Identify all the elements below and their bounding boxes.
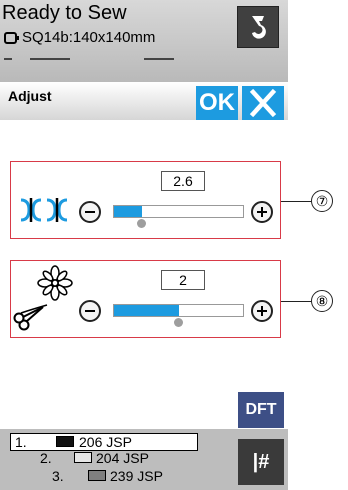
stitch-width-icon — [20, 198, 68, 222]
stitch-width-slider[interactable] — [113, 205, 244, 218]
hoop-icon — [4, 32, 19, 44]
stitch-width-value: 2.6 — [161, 171, 205, 191]
status-title: Ready to Sew — [2, 2, 127, 24]
back-button[interactable] — [237, 6, 279, 48]
dialog-title-bar: Adjust OK — [0, 82, 288, 120]
callout-line — [281, 301, 312, 302]
thread-color-swatch — [56, 436, 74, 447]
stitch-width-plus-button[interactable] — [251, 201, 273, 223]
cancel-button[interactable] — [242, 86, 284, 120]
thread-cut-panel: 2 — [10, 260, 281, 338]
thread-cut-slider-fill — [114, 305, 179, 316]
adjust-dialog: Adjust OK 2.6 2 DFT — [0, 82, 288, 429]
dialog-title: Adjust — [8, 88, 52, 104]
thread-cut-slider-thumb[interactable] — [174, 318, 183, 327]
callout-line — [281, 201, 312, 202]
thread-cut-plus-button[interactable] — [251, 300, 273, 322]
thread-color-swatch — [88, 470, 106, 481]
thread-cut-slider[interactable] — [113, 304, 244, 317]
stitch-width-slider-fill — [114, 206, 143, 217]
default-button[interactable]: DFT — [238, 392, 284, 428]
stitch-width-panel: 2.6 — [10, 161, 281, 239]
thread-number: 1. — [15, 434, 27, 450]
stitch-width-slider-thumb[interactable] — [137, 219, 147, 228]
jump-stitch-button[interactable]: |# — [238, 439, 284, 485]
stitch-width-minus-button[interactable] — [79, 201, 101, 223]
thread-number: 3. — [52, 468, 64, 484]
hoop-size: SQ14b:140x140mm — [22, 29, 156, 46]
thread-cutter-icon — [13, 265, 73, 331]
thread-label: 204 JSP — [96, 450, 149, 466]
sewing-screen: Ready to Sew SQ14b:140x140mm Adjust OK 2… — [0, 0, 288, 490]
thread-number: 2. — [40, 450, 52, 466]
callout-8: ⑧ — [311, 290, 333, 312]
thread-color-bar: 1. 206 JSP 2. 204 JSP 3. 239 JSP |# — [0, 429, 288, 490]
hidden-info-row — [4, 58, 204, 68]
return-arrow-icon — [252, 16, 266, 39]
thread-cut-minus-button[interactable] — [79, 300, 101, 322]
thread-row[interactable]: 3. 239 JSP — [22, 468, 196, 484]
thread-row[interactable]: 2. 204 JSP — [22, 450, 196, 466]
ok-button[interactable]: OK — [196, 86, 238, 120]
thread-row[interactable]: 1. 206 JSP — [10, 433, 198, 451]
thread-label: 206 JSP — [79, 434, 132, 450]
thread-label: 239 JSP — [110, 468, 163, 484]
thread-cut-value: 2 — [161, 270, 205, 290]
thread-color-swatch — [74, 452, 92, 463]
close-icon — [249, 88, 277, 118]
callout-7: ⑦ — [311, 190, 333, 212]
status-header: Ready to Sew SQ14b:140x140mm — [0, 0, 288, 82]
